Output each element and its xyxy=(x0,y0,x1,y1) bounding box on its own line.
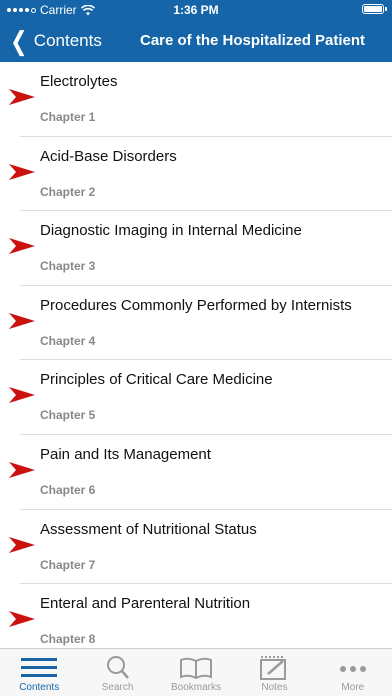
tab-label: Search xyxy=(101,682,134,693)
chapter-number: Chapter 1 xyxy=(40,110,96,124)
chapter-number: Chapter 2 xyxy=(40,184,96,199)
page-title: Care of the Hospitalized Patient xyxy=(140,32,366,49)
chapter-row[interactable]: Diagnostic Imaging in Internal Medicine C… xyxy=(0,211,392,286)
arrow-right-icon xyxy=(9,461,35,478)
tab-label: Contents xyxy=(19,682,60,693)
chapter-title: Assessment of Nutritional Status xyxy=(40,520,257,538)
chevron-left-icon: ❮ xyxy=(10,26,28,56)
list-icon xyxy=(21,655,58,681)
chapter-row[interactable]: Principles of Critical Care Medicine Chap… xyxy=(0,360,392,435)
arrow-right-icon xyxy=(9,163,35,180)
tab-label: Notes xyxy=(261,682,288,693)
chapter-number: Chapter 3 xyxy=(40,259,96,274)
arrow-right-icon xyxy=(9,611,35,628)
chapter-row[interactable]: Enteral and Parenteral Nutrition Chapter … xyxy=(0,584,392,648)
chapter-number: Chapter 8 xyxy=(40,632,96,647)
tab-contents[interactable]: Contents xyxy=(0,649,78,696)
arrow-right-icon xyxy=(9,89,35,105)
status-bar: Carrier 1:36 PM xyxy=(0,0,392,20)
arrow-right-icon xyxy=(9,387,35,404)
tab-label: Bookmarks xyxy=(171,682,222,693)
book-icon xyxy=(178,655,214,681)
tab-label: More xyxy=(341,682,365,693)
battery-icon xyxy=(362,4,387,14)
arrow-right-icon xyxy=(9,536,35,553)
chapter-row[interactable]: Procedures Commonly Performed by Interni… xyxy=(0,286,392,361)
chapter-title: Principles of Critical Care Medicine xyxy=(40,371,273,389)
arrow-right-icon xyxy=(9,312,35,329)
tab-bookmarks[interactable]: Bookmarks xyxy=(157,649,235,696)
navigation-bar: ❮ Contents Care of the Hospitalized Pati… xyxy=(0,22,392,62)
arrow-right-icon xyxy=(9,238,35,255)
chapter-row[interactable]: Assessment of Nutritional Status Chapter … xyxy=(0,510,392,585)
chapter-number: Chapter 5 xyxy=(40,408,96,423)
chapter-row[interactable]: Pain and Its Management Chapter 6 xyxy=(0,435,392,510)
chapter-title: Acid-Base Disorders xyxy=(40,147,177,165)
chapter-title: Diagnostic Imaging in Internal Medicine xyxy=(40,222,302,240)
chapter-row[interactable]: Acid-Base Disorders Chapter 2 xyxy=(0,137,392,212)
notes-icon xyxy=(256,655,292,681)
tab-more[interactable]: More xyxy=(314,649,392,696)
tab-search[interactable]: Search xyxy=(78,649,156,696)
chapter-title: Procedures Commonly Performed by Interni… xyxy=(40,296,352,314)
back-button-label: Contents xyxy=(33,31,102,50)
tab-bar: Contents Search Bookmarks Notes More xyxy=(0,648,392,696)
chapter-title: Enteral and Parenteral Nutrition xyxy=(40,595,251,613)
chapter-number: Chapter 7 xyxy=(40,557,96,572)
search-icon xyxy=(100,655,136,681)
chapter-number: Chapter 4 xyxy=(40,333,96,348)
chapter-number: Chapter 6 xyxy=(40,482,96,497)
more-icon xyxy=(335,655,371,681)
chapter-title: Pain and Its Management xyxy=(40,445,211,463)
chapter-row[interactable]: Electrolytes Chapter 1 xyxy=(0,62,392,137)
back-button[interactable]: ❮ Contents xyxy=(8,28,102,54)
tab-notes[interactable]: Notes xyxy=(235,649,313,696)
clock: 1:36 PM xyxy=(173,3,219,17)
chapter-list: Electrolytes Chapter 1 Acid-Base Disorders… xyxy=(0,62,392,648)
chapter-title: Electrolytes xyxy=(40,73,118,90)
header: Carrier 1:36 PM ❮ Contents Care of the H… xyxy=(0,0,392,62)
